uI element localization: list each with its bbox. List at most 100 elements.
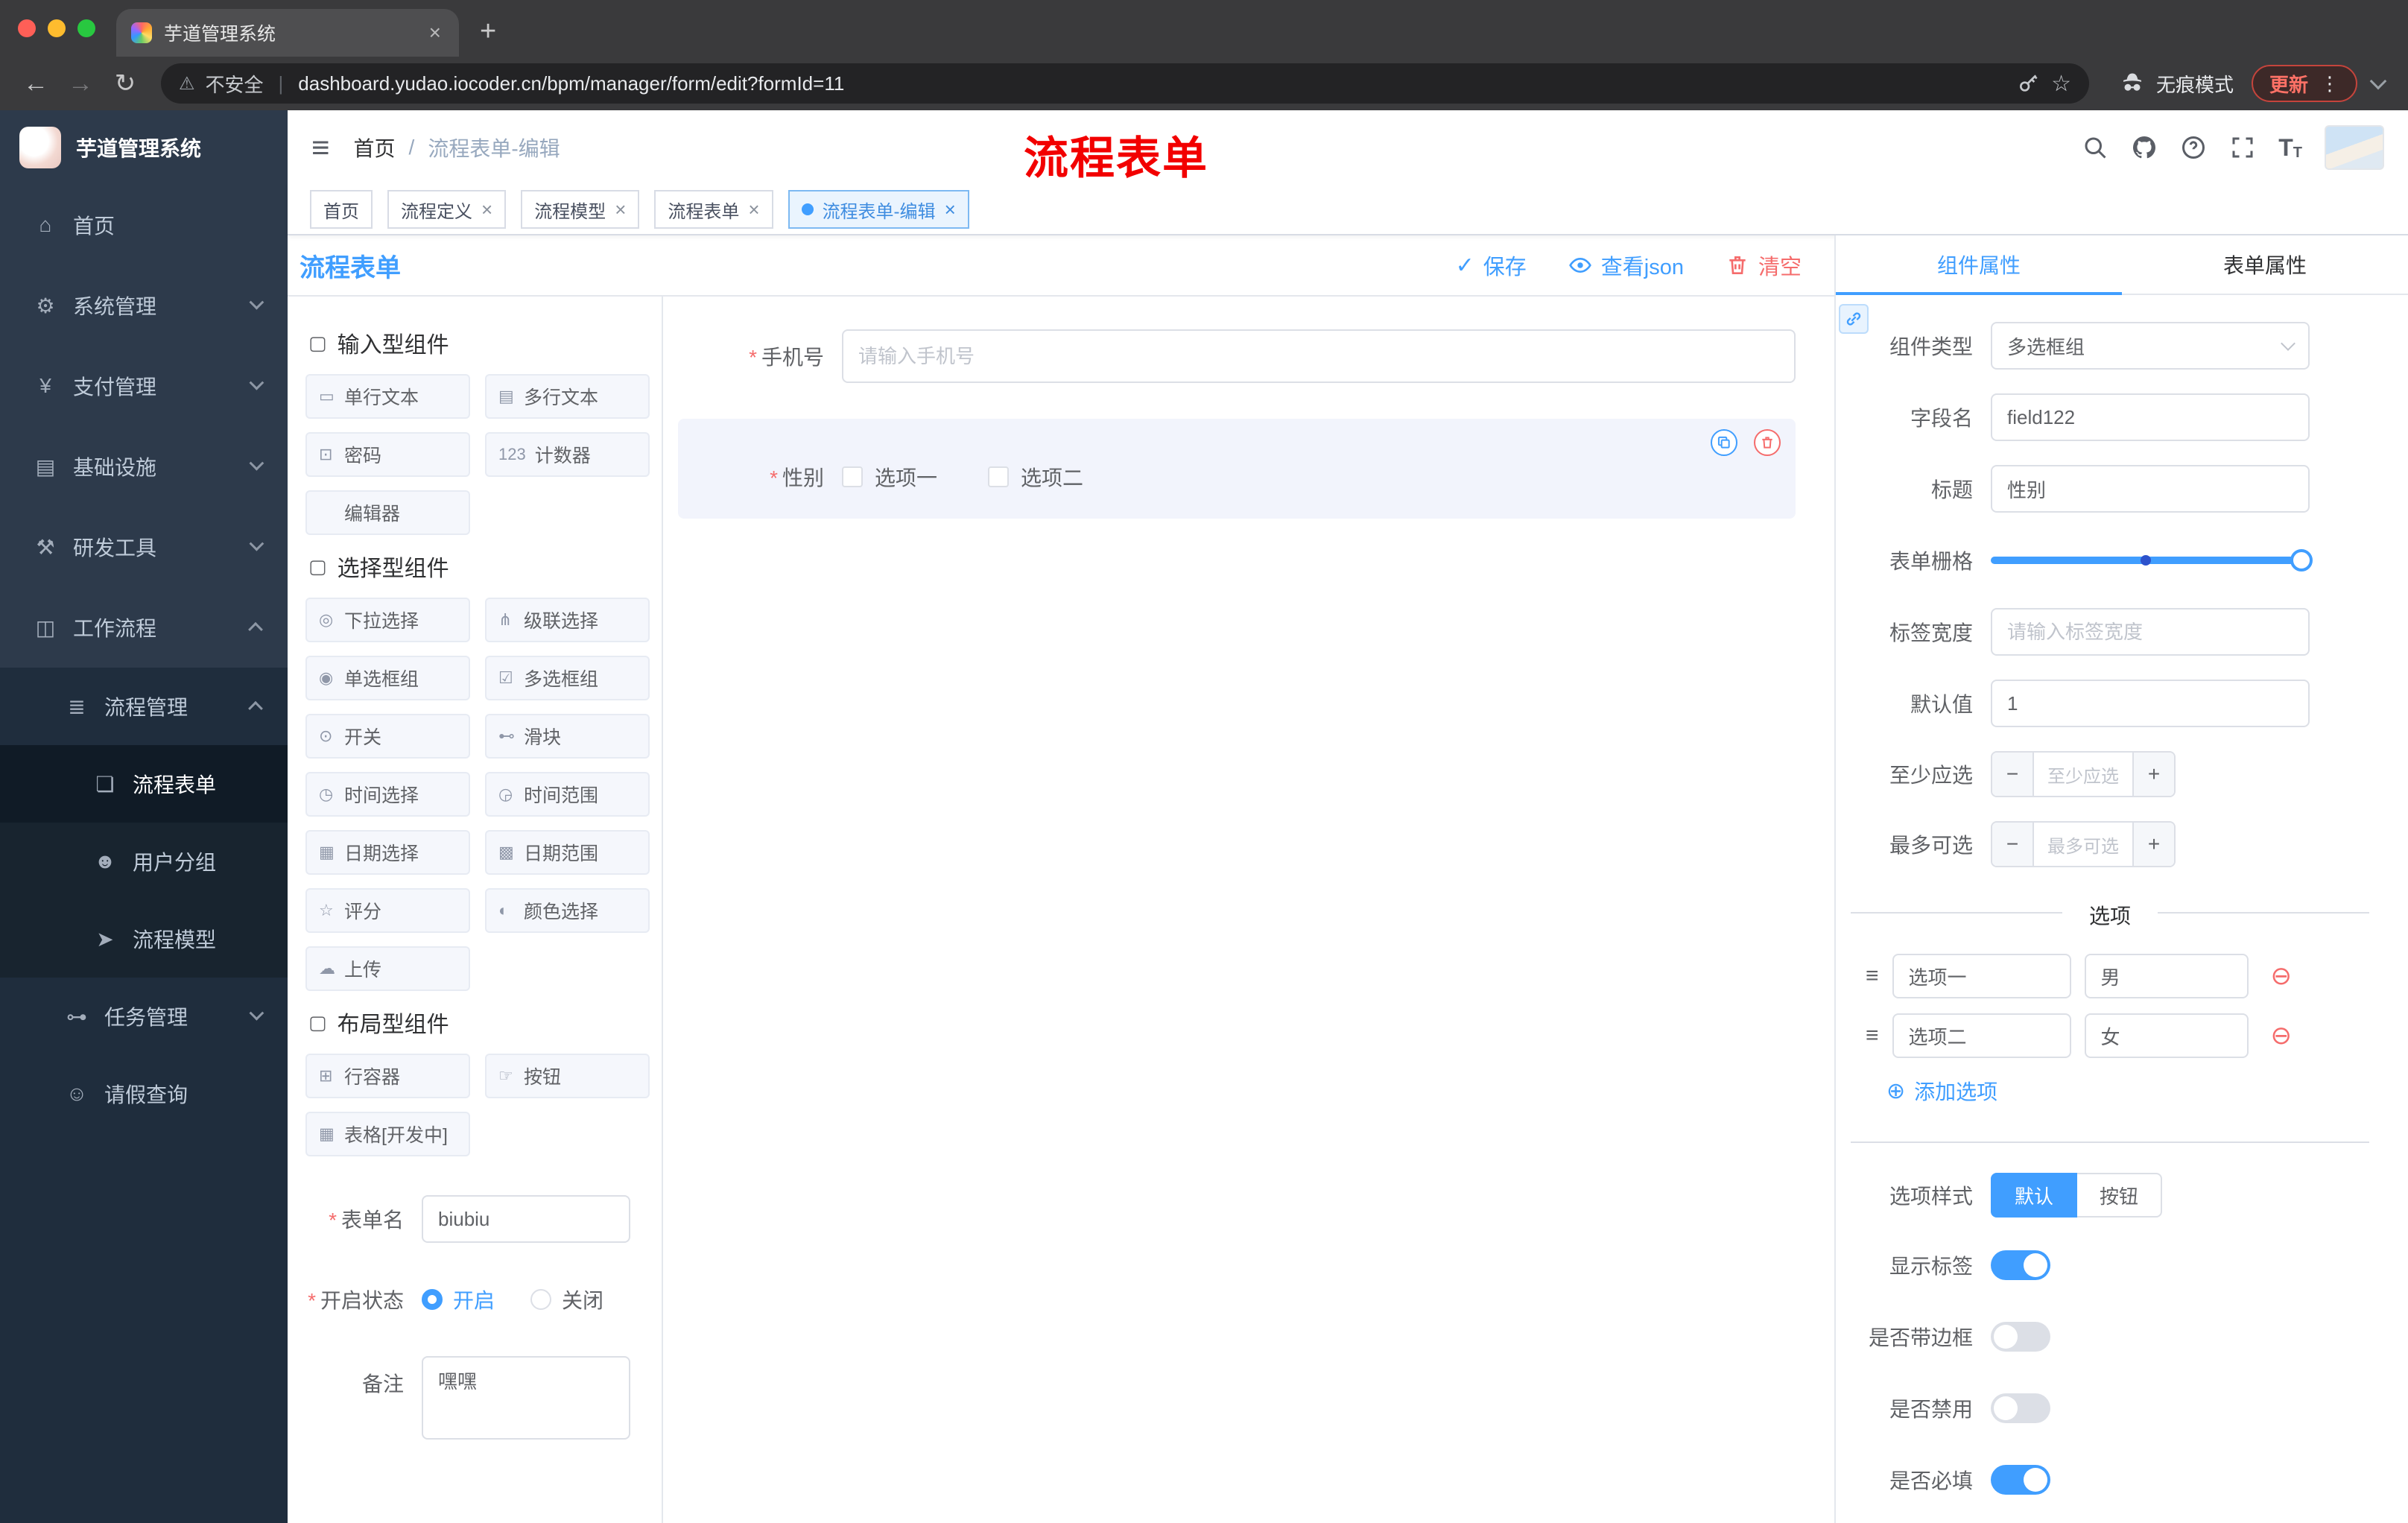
- palette-item-time-picker[interactable]: ◷ 时间选择: [305, 772, 470, 817]
- close-tab-icon[interactable]: ×: [426, 21, 444, 45]
- label-width-input[interactable]: [1991, 608, 2310, 656]
- palette-item-single-line-text[interactable]: ▭ 单行文本: [305, 374, 470, 419]
- form-grid-slider[interactable]: [1991, 536, 2313, 584]
- border-switch[interactable]: [1991, 1322, 2050, 1352]
- hamburger-icon[interactable]: ≡: [311, 130, 330, 165]
- increase-button[interactable]: +: [2132, 823, 2174, 866]
- github-icon[interactable]: [2131, 134, 2158, 161]
- palette-item-slider[interactable]: ⊷ 滑块: [485, 714, 650, 759]
- palette-item-date-range[interactable]: ▩ 日期范围: [485, 830, 650, 875]
- title-input[interactable]: [1991, 465, 2310, 513]
- close-icon[interactable]: ×: [945, 198, 956, 221]
- phone-field[interactable]: * 手机号: [678, 329, 1796, 383]
- palette-item-multiline-text[interactable]: ▤ 多行文本: [485, 374, 650, 419]
- palette-item-date-picker[interactable]: ▦ 日期选择: [305, 830, 470, 875]
- option-checkbox-2[interactable]: 选项二: [988, 462, 1083, 492]
- slider-handle[interactable]: [2290, 549, 2313, 571]
- option-checkbox-1[interactable]: 选项一: [842, 462, 937, 492]
- sidebar-item-home[interactable]: ⌂ 首页: [0, 185, 288, 265]
- remove-option-icon[interactable]: ⊖: [2271, 963, 2293, 989]
- form-name-input[interactable]: [422, 1195, 630, 1243]
- back-button[interactable]: ←: [15, 63, 57, 104]
- save-button[interactable]: ✓ 保存: [1456, 250, 1527, 281]
- tag-process-form-edit[interactable]: 流程表单-编辑 ×: [788, 190, 969, 229]
- sidebar-item-infrastructure[interactable]: ▤ 基础设施: [0, 426, 288, 507]
- remark-textarea[interactable]: 嘿嘿: [422, 1356, 630, 1440]
- sidebar-item-leave-query[interactable]: ☺ 请假查询: [0, 1055, 288, 1133]
- reload-button[interactable]: ↻: [104, 63, 146, 104]
- default-value-input[interactable]: [1991, 680, 2310, 727]
- palette-item-dropdown-select[interactable]: ◎ 下拉选择: [305, 598, 470, 642]
- url-text[interactable]: dashboard.yudao.iocoder.cn/bpm/manager/f…: [298, 72, 2006, 95]
- option-label-input[interactable]: [1892, 954, 2071, 998]
- maximize-window-button[interactable]: [77, 19, 95, 37]
- link-anchor-button[interactable]: [1839, 304, 1869, 334]
- browser-menu-icon[interactable]: ⋮: [2320, 72, 2339, 95]
- palette-item-table[interactable]: ▦ 表格[开发中]: [305, 1112, 470, 1156]
- decrease-button[interactable]: −: [1992, 753, 2034, 796]
- palette-item-row-container[interactable]: ⊞ 行容器: [305, 1054, 470, 1098]
- increase-button[interactable]: +: [2132, 753, 2174, 796]
- address-bar[interactable]: ⚠ 不安全 | dashboard.yudao.iocoder.cn/bpm/m…: [161, 63, 2089, 104]
- status-off-radio[interactable]: 关闭: [530, 1285, 603, 1314]
- disabled-switch[interactable]: [1991, 1393, 2050, 1423]
- palette-item-button[interactable]: ☞ 按钮: [485, 1054, 650, 1098]
- tag-home[interactable]: 首页: [310, 190, 373, 229]
- tag-process-model[interactable]: 流程模型 ×: [521, 190, 640, 229]
- palette-item-radio-group[interactable]: ◉ 单选框组: [305, 656, 470, 700]
- status-on-radio[interactable]: 开启: [422, 1285, 495, 1314]
- close-icon[interactable]: ×: [615, 198, 626, 221]
- sidebar-item-workflow[interactable]: ◫ 工作流程: [0, 587, 288, 668]
- form-canvas[interactable]: * 手机号 请输入手机号 * 性别 选项一 选项二: [663, 297, 1834, 1523]
- add-option-button[interactable]: ⊕ 添加选项: [1886, 1076, 2384, 1106]
- fullscreen-icon[interactable]: [2229, 134, 2256, 161]
- view-json-button[interactable]: 查看json: [1568, 250, 1684, 281]
- gender-field[interactable]: * 性别 选项一 选项二: [678, 459, 1781, 495]
- palette-item-rating[interactable]: ☆ 评分: [305, 888, 470, 933]
- password-key-icon[interactable]: [2017, 72, 2041, 95]
- search-icon[interactable]: [2082, 134, 2108, 161]
- palette-item-time-range[interactable]: ◶ 时间范围: [485, 772, 650, 817]
- field-name-input[interactable]: [1991, 393, 2310, 441]
- close-icon[interactable]: ×: [481, 198, 492, 221]
- new-tab-button[interactable]: +: [480, 16, 496, 48]
- sidebar-item-process-management[interactable]: ≣ 流程管理: [0, 668, 288, 745]
- minimize-window-button[interactable]: [48, 19, 66, 37]
- gender-field-selected[interactable]: * 性别 选项一 选项二: [678, 419, 1796, 519]
- palette-item-counter[interactable]: 123 计数器: [485, 432, 650, 477]
- tag-process-definition[interactable]: 流程定义 ×: [387, 190, 507, 229]
- help-icon[interactable]: [2180, 134, 2207, 161]
- breadcrumb-home[interactable]: 首页: [354, 133, 396, 162]
- avatar[interactable]: [2325, 125, 2384, 170]
- drag-handle-icon[interactable]: ≡: [1866, 1023, 1879, 1048]
- delete-field-button[interactable]: [1754, 429, 1781, 456]
- palette-item-cascade-select[interactable]: ⋔ 级联选择: [485, 598, 650, 642]
- palette-item-editor[interactable]: 编辑器: [305, 490, 470, 535]
- tab-form-props[interactable]: 表单属性: [2122, 235, 2408, 294]
- close-icon[interactable]: ×: [748, 198, 759, 221]
- option-value-input[interactable]: [2084, 954, 2249, 998]
- close-window-button[interactable]: [18, 19, 36, 37]
- sidebar-item-dev-tools[interactable]: ⚒ 研发工具: [0, 507, 288, 587]
- tag-process-form[interactable]: 流程表单 ×: [654, 190, 773, 229]
- phone-input[interactable]: [842, 329, 1796, 383]
- palette-item-color-picker[interactable]: ◐ 颜色选择: [485, 888, 650, 933]
- sidebar-item-process-model[interactable]: ➤ 流程模型: [0, 900, 288, 978]
- style-default-button[interactable]: 默认: [1991, 1173, 2078, 1218]
- option-value-input[interactable]: [2084, 1013, 2249, 1058]
- palette-item-checkbox-group[interactable]: ☑ 多选框组: [485, 656, 650, 700]
- clear-button[interactable]: 清空: [1726, 250, 1802, 281]
- sidebar-item-user-group[interactable]: ☻ 用户分组: [0, 823, 288, 900]
- tab-component-props[interactable]: 组件属性: [1836, 235, 2122, 295]
- palette-item-upload[interactable]: ☁ 上传: [305, 946, 470, 991]
- sidebar-item-payment-management[interactable]: ¥ 支付管理: [0, 346, 288, 426]
- bookmark-star-icon[interactable]: ☆: [2051, 71, 2071, 97]
- sidebar-item-process-form[interactable]: ❏ 流程表单: [0, 745, 288, 823]
- style-button-button[interactable]: 按钮: [2077, 1173, 2163, 1218]
- palette-item-switch[interactable]: ⊙ 开关: [305, 714, 470, 759]
- decrease-button[interactable]: −: [1992, 823, 2034, 866]
- chevron-down-icon[interactable]: [2369, 72, 2387, 90]
- update-browser-button[interactable]: 更新 ⋮: [2251, 65, 2357, 102]
- sidebar-item-task-management[interactable]: ⊶ 任务管理: [0, 978, 288, 1055]
- palette-item-password[interactable]: ⊡ 密码: [305, 432, 470, 477]
